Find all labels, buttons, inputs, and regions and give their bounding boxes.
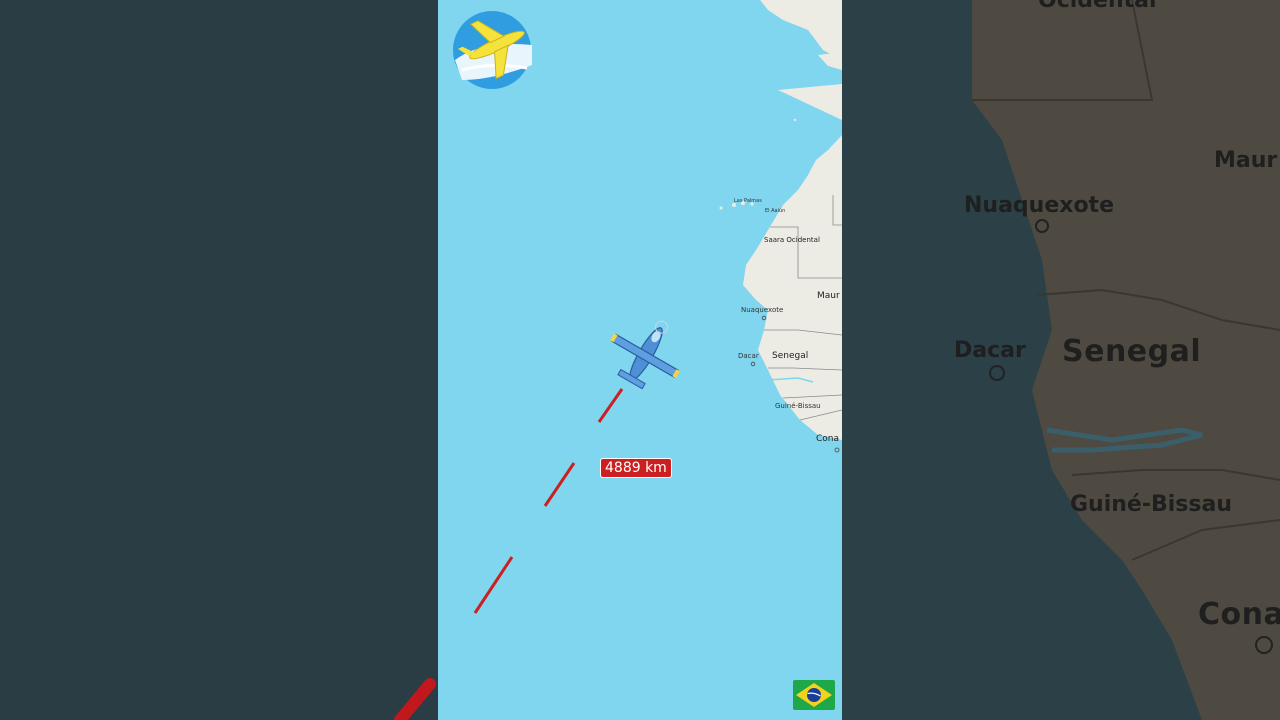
bg-label-nuaquexote: Nuaquexote: [964, 193, 1114, 218]
left-route-segment: [394, 678, 436, 720]
left-background-panel: [0, 0, 438, 720]
label-las-palmas: Las Palmas: [734, 198, 762, 204]
distance-badge: 4889 km: [600, 458, 672, 478]
label-maur: Maur: [817, 291, 840, 301]
right-background-panel: Ocidental Maur Nuaquexote Dacar Senegal …: [842, 0, 1280, 720]
label-guine-bissau: Guiné-Bissau: [775, 402, 821, 410]
bg-label-dacar: Dacar: [954, 338, 1026, 363]
label-dacar: Dacar: [738, 352, 759, 360]
bg-label-ocidental: Ocidental: [1038, 0, 1157, 13]
label-el-aaiun: El Aaiún: [765, 208, 786, 214]
airplane-globe-icon: [453, 11, 532, 89]
label-saara-ocidental: Saara Ocidental: [764, 236, 820, 244]
bg-label-maur: Maur: [1214, 148, 1278, 173]
airplane-icon: [610, 320, 680, 390]
label-cona: Cona: [816, 434, 840, 444]
label-nuaquexote: Nuaquexote: [741, 306, 784, 314]
bg-label-guine-bissau: Guiné-Bissau: [1070, 492, 1232, 517]
brazil-flag-icon: [793, 680, 835, 710]
route-line: [473, 388, 624, 614]
route-map: Saara Ocidental Maur Nuaquexote Dacar Se…: [438, 0, 842, 720]
bg-label-cona: Cona: [1198, 597, 1280, 632]
label-senegal: Senegal: [772, 351, 809, 361]
bg-label-senegal: Senegal: [1062, 334, 1202, 369]
